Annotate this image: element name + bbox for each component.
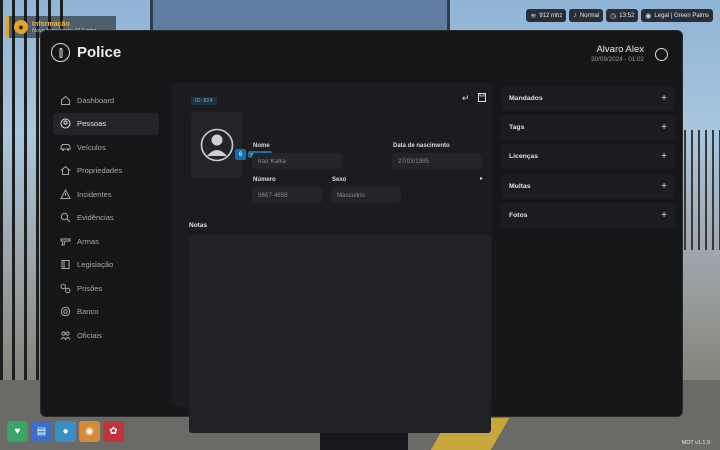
citizen-id-tag: ID: 824	[191, 97, 217, 105]
sidebar-item-dashboard[interactable]: Dashboard	[53, 89, 159, 111]
sidebar: Dashboard Pessoas Veículos Propriedades …	[53, 89, 159, 348]
clock-icon: ◷	[610, 12, 617, 20]
coin-icon	[60, 306, 71, 317]
plus-icon[interactable]: +	[661, 151, 667, 162]
notification-title: Informação	[32, 20, 70, 28]
car-icon	[60, 143, 71, 151]
handcuffs-icon	[60, 283, 71, 293]
user-profile-icon[interactable]	[655, 48, 668, 61]
gun-icon	[60, 238, 71, 245]
microphone-icon: ♪	[573, 12, 577, 19]
user-circle-icon	[60, 118, 71, 129]
section-multas[interactable]: Multas +	[501, 173, 675, 199]
brand: Police	[51, 43, 121, 62]
brain-icon: ✿	[103, 421, 124, 442]
section-licencas[interactable]: Licenças +	[501, 144, 675, 170]
background-fence	[684, 130, 720, 250]
sex-label: Sexo	[332, 177, 347, 183]
profile-photo[interactable]	[191, 112, 242, 178]
sidebar-item-oficiais[interactable]: Oficiais	[53, 324, 159, 346]
location-icon: ◉	[645, 12, 652, 20]
sidebar-item-armas[interactable]: Armas	[53, 230, 159, 252]
armor-icon: ▤	[31, 421, 52, 442]
name-label: Nome	[253, 143, 270, 149]
notes-textarea[interactable]	[189, 235, 491, 433]
radio-icon: ≋	[530, 12, 537, 20]
book-icon	[61, 260, 70, 269]
notes-label: Notas	[189, 222, 208, 229]
chip-number: 6	[235, 149, 246, 160]
search-icon	[60, 212, 71, 223]
birthdate-field[interactable]: 27/03/1995	[392, 153, 482, 169]
name-field[interactable]: Irair Kalka	[252, 153, 342, 169]
user-info: Alvaro Alex 30/09/2024 - 01:02	[591, 44, 644, 63]
sidebar-item-incidentes[interactable]: Incidentes	[53, 183, 159, 205]
user-name: Alvaro Alex	[596, 44, 644, 55]
avatar-placeholder-icon	[200, 128, 233, 162]
sidebar-item-banco[interactable]: Banco	[53, 301, 159, 323]
clock: ◷ 13:52	[606, 9, 639, 22]
home-icon	[61, 95, 70, 105]
right-panel: Mandados + Tags + Licenças + Multas + Fo…	[501, 86, 675, 232]
food-icon: ◉	[79, 421, 100, 442]
warning-icon	[60, 188, 71, 199]
location: ◉ Legal | Green Palms	[641, 9, 713, 22]
birthdate-label: Data de nascimento	[393, 143, 450, 149]
plus-icon[interactable]: +	[661, 181, 667, 192]
number-field[interactable]: 9667-4858	[252, 187, 322, 203]
plus-icon[interactable]: +	[661, 93, 667, 104]
app-title: Police	[77, 44, 122, 61]
hud-bar: ≋ 912 mhz ♪ Normal ◷ 13:52 ◉ Legal | Green P…	[526, 9, 713, 22]
sidebar-item-evidencias[interactable]: Evidências	[53, 207, 159, 229]
section-mandados[interactable]: Mandados +	[501, 86, 675, 111]
police-badge-icon	[51, 43, 70, 62]
sidebar-item-legislacao[interactable]: Legislação	[53, 254, 159, 276]
sidebar-item-pessoas[interactable]: Pessoas	[53, 112, 159, 135]
water-drop-icon: ●	[55, 421, 76, 442]
plus-icon[interactable]: +	[661, 210, 667, 221]
radio-frequency: ≋ 912 mhz	[526, 9, 567, 22]
officers-icon	[60, 330, 71, 341]
save-icon[interactable]	[478, 93, 486, 104]
back-arrow-icon[interactable]: ↵	[462, 93, 470, 104]
version-label: MDT v1.1.9	[681, 440, 710, 446]
session-datetime: 30/09/2024 - 01:02	[591, 56, 644, 63]
profile-panel: ID: 824 ↵ 6 Suspeito Nome Irair Kalka Da…	[172, 83, 492, 433]
sex-select[interactable]: Masculino	[331, 187, 401, 203]
house-icon	[60, 165, 71, 175]
sidebar-item-veiculos[interactable]: Veículos	[53, 136, 159, 158]
caret-right-icon[interactable]: ▸	[480, 175, 483, 182]
status-bar: ♥ ▤ ● ◉ ✿	[7, 421, 124, 442]
number-label: Número	[253, 177, 276, 183]
bell-icon: ●	[14, 20, 28, 34]
plus-icon[interactable]: +	[661, 122, 667, 133]
section-tags[interactable]: Tags +	[501, 115, 675, 141]
section-fotos[interactable]: Fotos +	[501, 202, 675, 228]
sidebar-item-prisoes[interactable]: Prisões	[53, 277, 159, 299]
mdt-tablet: Police Alvaro Alex 30/09/2024 - 01:02 Da…	[40, 30, 683, 433]
sidebar-item-propriedades[interactable]: Propriedades	[53, 160, 159, 182]
voice-mode: ♪ Normal	[569, 9, 604, 22]
heart-icon: ♥	[7, 421, 28, 442]
